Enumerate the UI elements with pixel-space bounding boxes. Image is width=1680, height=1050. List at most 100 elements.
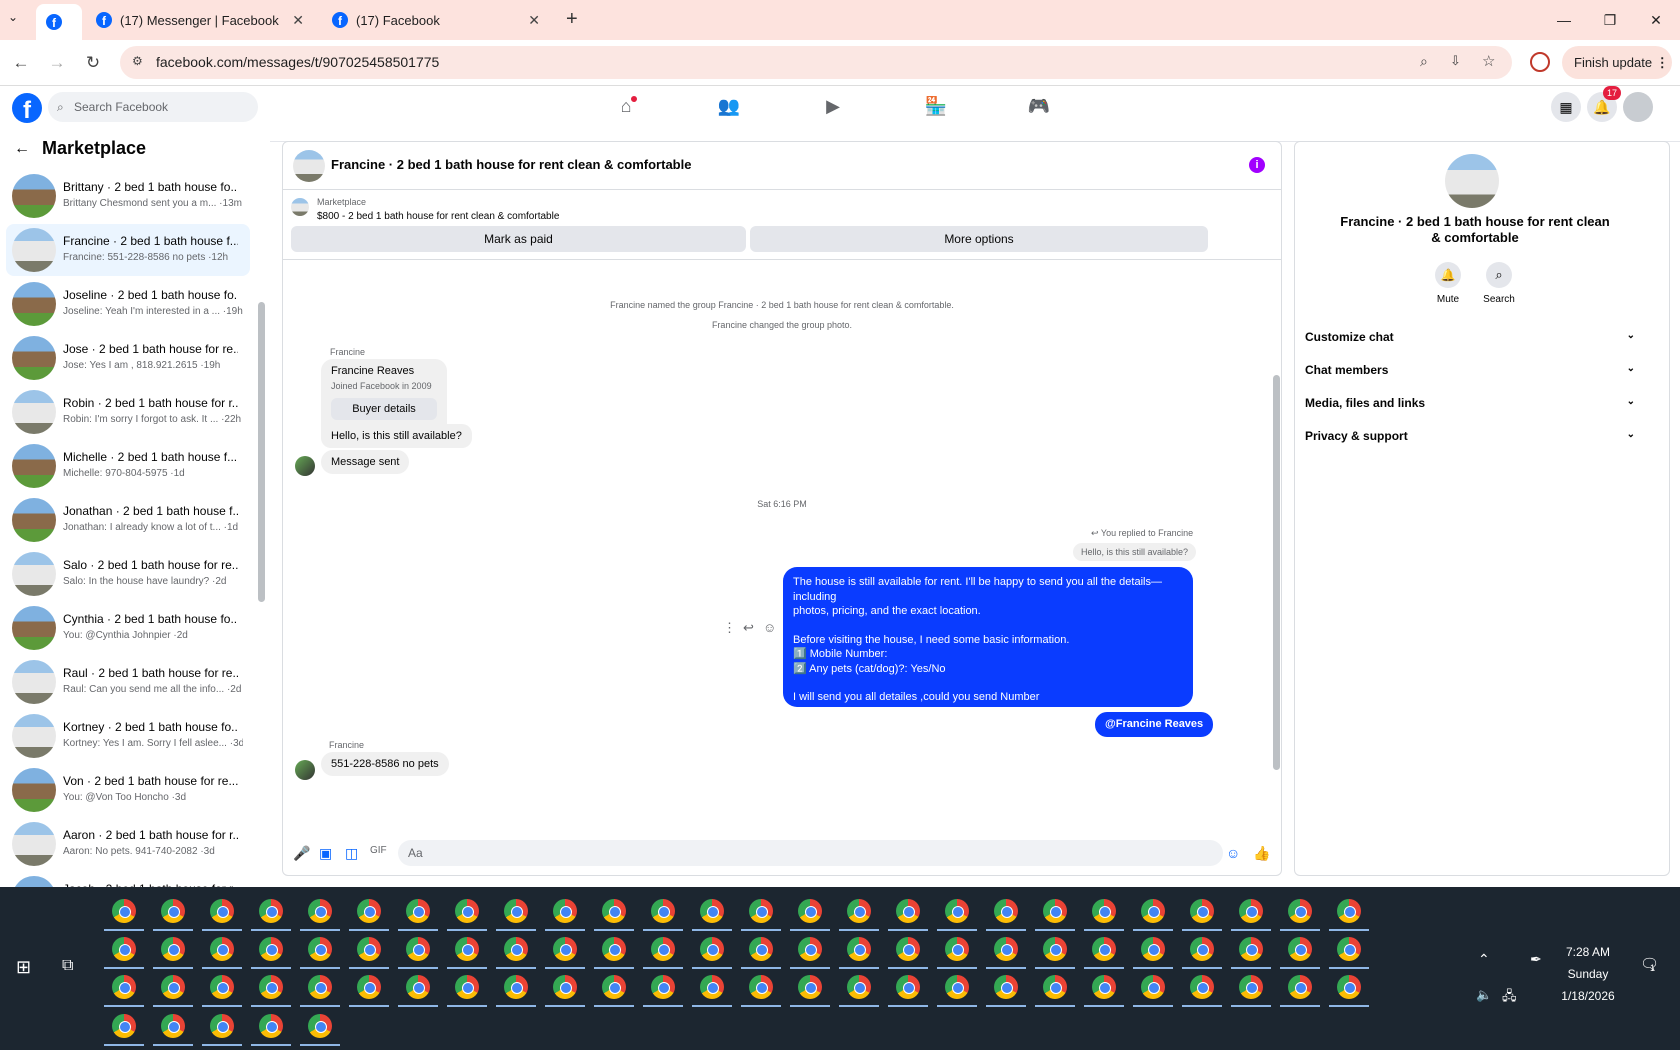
chrome-taskbar-icon[interactable] <box>1337 975 1361 999</box>
tab-messenger[interactable]: f (17) Messenger | Facebook ✕ <box>86 4 314 36</box>
forward-button[interactable]: → <box>44 50 70 76</box>
chrome-taskbar-icon[interactable] <box>455 975 479 999</box>
network-icon[interactable]: 🖧 <box>1502 987 1517 1009</box>
gaming-icon[interactable]: 🎮 <box>1024 96 1054 120</box>
chrome-taskbar-icon[interactable] <box>1288 937 1312 961</box>
gif-icon[interactable]: GIF <box>370 845 387 856</box>
restore-button[interactable]: ❐ <box>1590 8 1630 32</box>
chrome-taskbar-icon[interactable] <box>455 899 479 923</box>
chrome-taskbar-icon[interactable] <box>210 975 234 999</box>
account-avatar[interactable] <box>1623 92 1653 122</box>
chrome-taskbar-icon[interactable] <box>553 937 577 961</box>
new-tab-button[interactable]: + <box>566 8 578 31</box>
conversation-item[interactable]: Michelle · 2 bed 1 bath house f... Michel… <box>6 440 250 492</box>
chrome-taskbar-icon[interactable] <box>749 899 773 923</box>
media-files-links-section[interactable]: Media, files and links ⌄ <box>1305 396 1635 410</box>
chrome-taskbar-icon[interactable] <box>1239 975 1263 999</box>
chrome-taskbar-icon[interactable] <box>259 899 283 923</box>
chrome-taskbar-icon[interactable] <box>1141 899 1165 923</box>
friends-icon[interactable]: 👥 <box>714 96 744 120</box>
chrome-taskbar-icon[interactable] <box>357 937 381 961</box>
bookmark-star-icon[interactable]: ☆ <box>1482 52 1495 70</box>
chrome-taskbar-icon[interactable] <box>700 937 724 961</box>
more-actions-icon[interactable]: ⋮ <box>723 620 736 636</box>
privacy-support-section[interactable]: Privacy & support ⌄ <box>1305 429 1635 443</box>
start-windows-icon[interactable]: ⊞ <box>16 957 31 978</box>
chrome-taskbar-icon[interactable] <box>896 937 920 961</box>
volume-icon[interactable]: 🔈 <box>1476 987 1492 1003</box>
chrome-taskbar-icon[interactable] <box>798 975 822 999</box>
close-window-button[interactable]: ✕ <box>1636 8 1676 32</box>
emoji-icon[interactable]: ☺ <box>1226 845 1240 861</box>
back-button[interactable]: ← <box>8 50 34 76</box>
chrome-taskbar-icon[interactable] <box>357 899 381 923</box>
chrome-taskbar-icon[interactable] <box>259 937 283 961</box>
clock-date[interactable]: 1/18/2026 <box>1548 989 1628 1003</box>
conversation-item[interactable]: Cynthia · 2 bed 1 bath house fo... You: @… <box>6 602 250 654</box>
customize-chat-section[interactable]: Customize chat ⌄ <box>1305 330 1635 344</box>
chrome-taskbar-icon[interactable] <box>1190 899 1214 923</box>
conversation-item[interactable]: Jonathan · 2 bed 1 bath house f... Jonath… <box>6 494 250 546</box>
menu-grid-icon[interactable]: ▦ <box>1551 92 1581 122</box>
chrome-taskbar-icon[interactable] <box>504 975 528 999</box>
listing-title[interactable]: $800 - 2 bed 1 bath house for rent clean… <box>317 211 559 222</box>
chrome-taskbar-icon[interactable] <box>210 1014 234 1038</box>
chrome-taskbar-icon[interactable] <box>210 899 234 923</box>
scrollbar[interactable] <box>258 302 265 602</box>
chrome-taskbar-icon[interactable] <box>1288 975 1312 999</box>
chrome-taskbar-icon[interactable] <box>1337 899 1361 923</box>
reply-icon[interactable]: ↩ <box>743 620 754 636</box>
chrome-taskbar-icon[interactable] <box>308 1014 332 1038</box>
chrome-taskbar-icon[interactable] <box>994 975 1018 999</box>
chrome-taskbar-icon[interactable] <box>847 937 871 961</box>
chrome-taskbar-icon[interactable] <box>651 975 675 999</box>
chrome-taskbar-icon[interactable] <box>700 975 724 999</box>
group-photo[interactable] <box>1445 154 1499 208</box>
close-tab-icon[interactable]: ✕ <box>292 12 304 29</box>
conversation-item[interactable]: Kortney · 2 bed 1 bath house fo... Kortne… <box>6 710 250 762</box>
chrome-taskbar-icon[interactable] <box>161 975 185 999</box>
chrome-taskbar-icon[interactable] <box>1043 937 1067 961</box>
chrome-taskbar-icon[interactable] <box>112 937 136 961</box>
chrome-taskbar-icon[interactable] <box>406 899 430 923</box>
chrome-taskbar-icon[interactable] <box>210 937 234 961</box>
conversation-item[interactable]: Joseline · 2 bed 1 bath house fo... Josel… <box>6 278 250 330</box>
conversation-item[interactable]: Salo · 2 bed 1 bath house for re... Salo:… <box>6 548 250 600</box>
info-icon[interactable]: i <box>1249 157 1265 173</box>
zoom-icon[interactable]: ⌕ <box>1420 53 1428 70</box>
conversation-item[interactable]: Jacob · 2 bed 1 bath house for r... <box>6 872 250 887</box>
minimize-button[interactable]: — <box>1544 8 1584 32</box>
chrome-taskbar-icon[interactable] <box>896 975 920 999</box>
chrome-taskbar-icon[interactable] <box>1337 937 1361 961</box>
chrome-taskbar-icon[interactable] <box>749 975 773 999</box>
chrome-taskbar-icon[interactable] <box>259 975 283 999</box>
chrome-taskbar-icon[interactable] <box>161 1014 185 1038</box>
chrome-taskbar-icon[interactable] <box>945 937 969 961</box>
chrome-taskbar-icon[interactable] <box>1239 937 1263 961</box>
install-app-icon[interactable]: ⇩ <box>1450 53 1461 69</box>
clock-day[interactable]: Sunday <box>1548 967 1628 981</box>
chrome-taskbar-icon[interactable] <box>161 899 185 923</box>
chrome-taskbar-icon[interactable] <box>357 975 381 999</box>
chrome-taskbar-icon[interactable] <box>602 937 626 961</box>
chrome-taskbar-icon[interactable] <box>112 1014 136 1038</box>
close-tab-icon[interactable]: ✕ <box>528 12 540 29</box>
chrome-taskbar-icon[interactable] <box>1190 975 1214 999</box>
search-icon[interactable]: ⌕ <box>1486 262 1512 288</box>
chrome-taskbar-icon[interactable] <box>945 899 969 923</box>
tab-list-button[interactable]: ⌄ <box>8 10 18 24</box>
chat-title[interactable]: Francine · 2 bed 1 bath house for rent c… <box>331 157 691 172</box>
task-view-icon[interactable]: ⧉ <box>62 957 73 975</box>
chrome-taskbar-icon[interactable] <box>259 1014 283 1038</box>
react-emoji-icon[interactable]: ☺ <box>763 620 776 635</box>
site-info-icon[interactable]: ⚙ <box>132 54 143 68</box>
sticker-icon[interactable]: ◫ <box>345 845 358 862</box>
chrome-taskbar-icon[interactable] <box>847 975 871 999</box>
chrome-taskbar-icon[interactable] <box>1092 899 1116 923</box>
url-field[interactable]: ⚙ facebook.com/messages/t/90702545850177… <box>120 46 1512 79</box>
home-icon[interactable]: ⌂ <box>611 96 641 120</box>
chrome-taskbar-icon[interactable] <box>406 975 430 999</box>
conversation-item[interactable]: Von · 2 bed 1 bath house for re... You: @… <box>6 764 250 816</box>
conversation-item[interactable]: Brittany · 2 bed 1 bath house fo... Britt… <box>6 170 250 222</box>
facebook-search-input[interactable]: ⌕ Search Facebook <box>48 92 258 122</box>
